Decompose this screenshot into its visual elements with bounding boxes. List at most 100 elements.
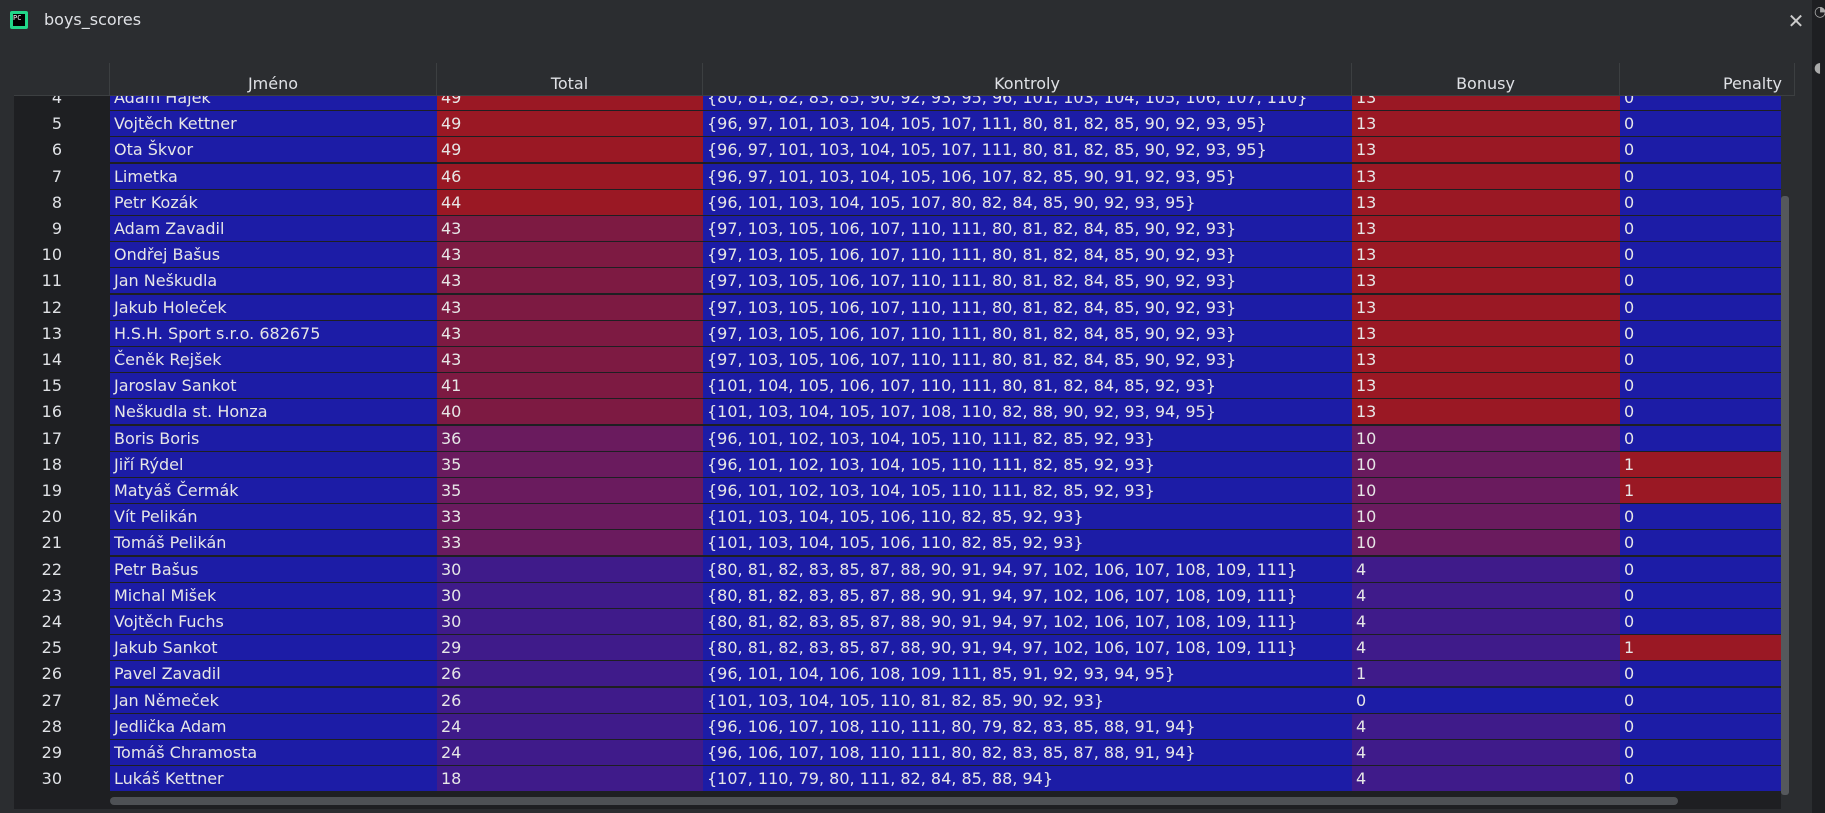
- cell-total[interactable]: 49: [437, 96, 703, 110]
- cell-kontroly[interactable]: {97, 103, 105, 106, 107, 110, 111, 80, 8…: [703, 347, 1352, 372]
- row-index[interactable]: 16: [14, 399, 110, 425]
- cell-penalty[interactable]: 0: [1620, 111, 1781, 137]
- cell-penalty[interactable]: 0: [1620, 163, 1781, 189]
- cell-bonusy[interactable]: 10: [1352, 425, 1620, 451]
- cell-kontroly[interactable]: {97, 103, 105, 106, 107, 110, 111, 80, 8…: [703, 294, 1352, 320]
- cell-jmeno[interactable]: Ota Škvor: [110, 137, 437, 163]
- cell-total[interactable]: 41: [437, 373, 703, 399]
- cell-total[interactable]: 43: [437, 242, 703, 268]
- cell-total[interactable]: 35: [437, 478, 703, 503]
- cell-jmeno[interactable]: Tomáš Pelikán: [110, 530, 437, 556]
- row-index[interactable]: 29: [14, 740, 110, 765]
- table-row[interactable]: 16 Neškudla st. Honza 40 {101, 103, 104, 10…: [14, 399, 1781, 425]
- cell-jmeno[interactable]: Limetka: [110, 163, 437, 189]
- table-row[interactable]: 30 Lukáš Kettner 18 {107, 110, 79, 80, 111,…: [14, 766, 1781, 792]
- cell-jmeno[interactable]: Ondřej Bašus: [110, 242, 437, 268]
- cell-bonusy[interactable]: 13: [1352, 96, 1620, 110]
- cell-bonusy[interactable]: 4: [1352, 635, 1620, 661]
- cell-total[interactable]: 30: [437, 609, 703, 634]
- cell-total[interactable]: 36: [437, 425, 703, 451]
- cell-penalty[interactable]: 0: [1620, 530, 1781, 556]
- cell-kontroly[interactable]: {96, 106, 107, 108, 110, 111, 80, 82, 83…: [703, 740, 1352, 765]
- cell-bonusy[interactable]: 13: [1352, 163, 1620, 189]
- cell-kontroly[interactable]: {97, 103, 105, 106, 107, 110, 111, 80, 8…: [703, 320, 1352, 346]
- cell-total[interactable]: 18: [437, 766, 703, 792]
- row-index[interactable]: 13: [14, 320, 110, 346]
- cell-total[interactable]: 26: [437, 687, 703, 713]
- cell-kontroly[interactable]: {96, 97, 101, 103, 104, 105, 107, 111, 8…: [703, 111, 1352, 137]
- horizontal-scrollbar[interactable]: [110, 797, 1678, 805]
- column-header-bonusy[interactable]: Bonusy: [1352, 63, 1620, 96]
- cell-bonusy[interactable]: 4: [1352, 556, 1620, 582]
- table-row[interactable]: 4 Adam Hájek 49 {80, 81, 82, 83, 85, 90, 92…: [14, 96, 1781, 111]
- cell-total[interactable]: 24: [437, 713, 703, 739]
- side-tool-icon[interactable]: ◖: [1814, 60, 1821, 76]
- table-row[interactable]: 13 H.S.H. Sport s.r.o. 682675 43 {97, 103, …: [14, 320, 1781, 347]
- cell-total[interactable]: 24: [437, 740, 703, 765]
- cell-bonusy[interactable]: 13: [1352, 242, 1620, 268]
- cell-penalty[interactable]: 0: [1620, 582, 1781, 608]
- cell-kontroly[interactable]: {97, 103, 105, 106, 107, 110, 111, 80, 8…: [703, 268, 1352, 294]
- row-index[interactable]: 11: [14, 268, 110, 294]
- cell-jmeno[interactable]: Jiří Rýdel: [110, 451, 437, 477]
- cell-kontroly[interactable]: {96, 97, 101, 103, 104, 105, 107, 111, 8…: [703, 137, 1352, 163]
- cell-penalty[interactable]: 0: [1620, 609, 1781, 634]
- row-index[interactable]: 4: [14, 96, 110, 110]
- cell-bonusy[interactable]: 13: [1352, 137, 1620, 163]
- table-row[interactable]: 29 Tomáš Chramosta 24 {96, 106, 107, 108, 1…: [14, 740, 1781, 766]
- cell-jmeno[interactable]: Boris Boris: [110, 425, 437, 451]
- cell-jmeno[interactable]: Jakub Holeček: [110, 294, 437, 320]
- table-row[interactable]: 5 Vojtěch Kettner 49 {96, 97, 101, 103, 104…: [14, 111, 1781, 137]
- table-row[interactable]: 17 Boris Boris 36 {96, 101, 102, 103, 104, …: [14, 425, 1781, 452]
- row-index[interactable]: 21: [14, 530, 110, 556]
- cell-total[interactable]: 33: [437, 504, 703, 530]
- cell-kontroly[interactable]: {80, 81, 82, 83, 85, 87, 88, 90, 91, 94,…: [703, 635, 1352, 661]
- cell-kontroly[interactable]: {80, 81, 82, 83, 85, 87, 88, 90, 91, 94,…: [703, 582, 1352, 608]
- row-index[interactable]: 17: [14, 425, 110, 451]
- cell-penalty[interactable]: 1: [1620, 451, 1781, 477]
- cell-bonusy[interactable]: 13: [1352, 268, 1620, 294]
- table-row[interactable]: 8 Petr Kozák 44 {96, 101, 103, 104, 105, 10…: [14, 189, 1781, 216]
- cell-penalty[interactable]: 0: [1620, 687, 1781, 713]
- table-row[interactable]: 15 Jaroslav Sankot 41 {101, 104, 105, 106, …: [14, 373, 1781, 399]
- cell-bonusy[interactable]: 13: [1352, 189, 1620, 215]
- cell-jmeno[interactable]: Michal Mišek: [110, 582, 437, 608]
- cell-jmeno[interactable]: Čeněk Rejšek: [110, 347, 437, 372]
- cell-jmeno[interactable]: Jakub Sankot: [110, 635, 437, 661]
- row-index[interactable]: 9: [14, 216, 110, 241]
- cell-penalty[interactable]: 0: [1620, 137, 1781, 163]
- cell-bonusy[interactable]: 0: [1352, 687, 1620, 713]
- row-index[interactable]: 6: [14, 137, 110, 163]
- table-row[interactable]: 24 Vojtěch Fuchs 30 {80, 81, 82, 83, 85, 87…: [14, 609, 1781, 635]
- cell-kontroly[interactable]: {107, 110, 79, 80, 111, 82, 84, 85, 88, …: [703, 766, 1352, 792]
- cell-penalty[interactable]: 0: [1620, 96, 1781, 110]
- cell-jmeno[interactable]: Adam Zavadil: [110, 216, 437, 241]
- cell-penalty[interactable]: 0: [1620, 242, 1781, 268]
- cell-penalty[interactable]: 0: [1620, 504, 1781, 530]
- row-index[interactable]: 7: [14, 163, 110, 189]
- cell-bonusy[interactable]: 13: [1352, 216, 1620, 241]
- row-index[interactable]: 10: [14, 242, 110, 268]
- cell-bonusy[interactable]: 13: [1352, 373, 1620, 399]
- row-index[interactable]: 12: [14, 294, 110, 320]
- cell-penalty[interactable]: 0: [1620, 189, 1781, 215]
- cell-jmeno[interactable]: Vojtěch Fuchs: [110, 609, 437, 634]
- cell-bonusy[interactable]: 10: [1352, 504, 1620, 530]
- cell-jmeno[interactable]: Jedlička Adam: [110, 713, 437, 739]
- cell-total[interactable]: 44: [437, 189, 703, 215]
- row-index[interactable]: 15: [14, 373, 110, 399]
- cell-jmeno[interactable]: Vít Pelikán: [110, 504, 437, 530]
- row-index[interactable]: 26: [14, 661, 110, 687]
- cell-kontroly[interactable]: {97, 103, 105, 106, 107, 110, 111, 80, 8…: [703, 216, 1352, 241]
- cell-penalty[interactable]: 0: [1620, 320, 1781, 346]
- cell-total[interactable]: 43: [437, 320, 703, 346]
- cell-total[interactable]: 43: [437, 216, 703, 241]
- cell-penalty[interactable]: 1: [1620, 478, 1781, 503]
- cell-bonusy[interactable]: 4: [1352, 582, 1620, 608]
- cell-bonusy[interactable]: 13: [1352, 111, 1620, 137]
- cell-total[interactable]: 40: [437, 399, 703, 425]
- table-row[interactable]: 27 Jan Němeček 26 {101, 103, 104, 105, 110,…: [14, 687, 1781, 714]
- table-row[interactable]: 12 Jakub Holeček 43 {97, 103, 105, 106, 107…: [14, 294, 1781, 321]
- table-row[interactable]: 18 Jiří Rýdel 35 {96, 101, 102, 103, 104, 1…: [14, 451, 1781, 478]
- table-row[interactable]: 23 Michal Mišek 30 {80, 81, 82, 83, 85, 87,…: [14, 582, 1781, 609]
